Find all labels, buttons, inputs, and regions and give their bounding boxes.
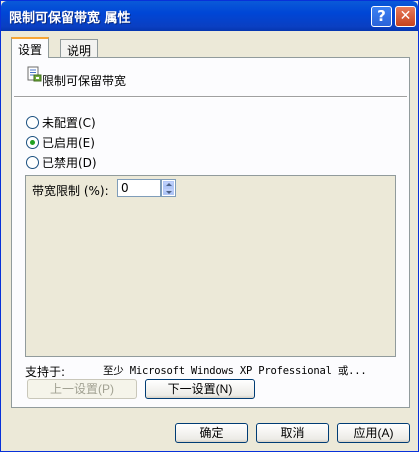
settings-panel: 限制可保留带宽 未配置(C) 已启用(E) 已禁用(D) 带宽限制 (%): 0… — [11, 57, 410, 408]
supported-on-value: 至少 Microsoft Windows XP Professional 或..… — [103, 365, 367, 377]
bandwidth-limit-input[interactable]: 0 — [117, 179, 161, 197]
policy-name: 限制可保留带宽 — [42, 74, 127, 88]
ok-button[interactable]: 确定 — [175, 423, 248, 443]
bandwidth-limit-label: 带宽限制 (%): — [32, 184, 109, 198]
title-bar[interactable]: 限制可保留带宽 属性 ? ✕ — [1, 1, 418, 31]
options-area: 带宽限制 (%): 0 — [25, 175, 396, 357]
radio-disabled[interactable]: 已禁用(D) — [26, 154, 97, 171]
policy-setting-icon — [27, 66, 42, 82]
spin-down-button[interactable] — [163, 188, 174, 195]
spin-up-button[interactable] — [163, 181, 174, 188]
next-setting-button[interactable]: 下一设置(N) — [145, 379, 255, 399]
radio-circle-checked[interactable] — [26, 136, 39, 149]
close-icon: ✕ — [399, 8, 412, 24]
previous-setting-button[interactable]: 上一设置(P) — [27, 379, 137, 399]
radio-circle[interactable] — [26, 156, 39, 169]
window-title: 限制可保留带宽 属性 — [9, 11, 131, 26]
help-button[interactable]: ? — [371, 6, 392, 27]
tab-settings[interactable]: 设置 — [11, 37, 50, 58]
radio-label: 已启用(E) — [42, 136, 95, 150]
radio-enabled[interactable]: 已启用(E) — [26, 134, 95, 151]
cancel-button[interactable]: 取消 — [256, 423, 329, 443]
supported-on-label: 支持于: — [25, 365, 66, 379]
close-button[interactable]: ✕ — [395, 6, 416, 27]
radio-circle[interactable] — [26, 116, 39, 129]
properties-dialog: 限制可保留带宽 属性 ? ✕ 设置 说明 限制可保留带宽 未配置(C) 已启用(… — [0, 0, 419, 452]
arrow-up-icon — [166, 183, 172, 186]
radio-label: 未配置(C) — [42, 116, 96, 130]
radio-not-configured[interactable]: 未配置(C) — [26, 114, 96, 131]
question-mark-icon: ? — [377, 7, 386, 25]
divider — [14, 96, 407, 98]
tab-explain[interactable]: 说明 — [60, 39, 99, 58]
bandwidth-spinner[interactable] — [161, 179, 176, 197]
radio-label: 已禁用(D) — [42, 156, 97, 170]
apply-button[interactable]: 应用(A) — [337, 423, 410, 443]
arrow-down-icon — [166, 191, 172, 194]
